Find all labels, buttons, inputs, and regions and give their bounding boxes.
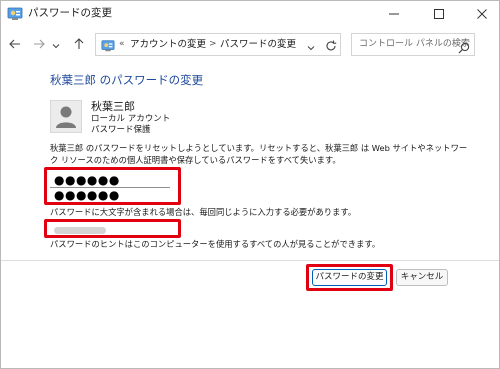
password-fields-highlight — [44, 167, 181, 205]
control-panel-icon — [101, 38, 115, 52]
password-protected-label: パスワード保護 — [91, 125, 151, 135]
chevron-down-icon — [307, 37, 315, 56]
control-panel-icon — [7, 6, 23, 22]
change-button-highlight — [306, 264, 393, 291]
maximize-icon — [434, 9, 444, 19]
breadcrumb-account-change[interactable]: アカウントの変更 — [130, 38, 206, 51]
address-overflow[interactable]: « — [119, 38, 125, 51]
back-button[interactable] — [5, 34, 25, 54]
forward-button[interactable] — [29, 34, 49, 54]
page-title: 秋葉三郎 のパスワードの変更 — [50, 73, 204, 87]
address-history-button[interactable] — [305, 41, 317, 51]
arrow-left-icon — [9, 35, 21, 54]
maximize-button[interactable] — [424, 1, 454, 27]
hint-visibility-note: パスワードのヒントはこのコンピューターを使用するすべての人が見ることができます。 — [50, 239, 381, 249]
breadcrumb-password-change[interactable]: パスワードの変更 — [220, 38, 296, 51]
arrow-up-icon — [73, 35, 85, 54]
reset-warning-text: 秋葉三郎 のパスワードをリセットしようとしています。リセットすると、秋葉三郎 は… — [50, 143, 468, 165]
up-button[interactable] — [69, 34, 89, 54]
refresh-icon — [325, 37, 337, 56]
search-placeholder: コントロール パネルの検索 — [359, 39, 470, 49]
arrow-right-icon — [33, 35, 45, 54]
refresh-button[interactable] — [323, 38, 339, 54]
account-type: ローカル アカウント — [91, 114, 171, 124]
window-title: パスワードの変更 — [28, 7, 112, 19]
search-icon — [458, 39, 470, 54]
cancel-button[interactable]: キャンセル — [396, 269, 448, 286]
close-button[interactable] — [467, 1, 497, 27]
hint-field-highlight — [44, 219, 181, 238]
divider — [1, 260, 499, 261]
navigation-bar: « アカウントの変更 > パスワードの変更 コントロール パネルの検索 — [1, 27, 499, 61]
recent-locations-button[interactable] — [49, 34, 63, 54]
minimize-icon — [389, 9, 399, 19]
user-avatar — [50, 100, 82, 133]
user-name: 秋葉三郎 — [91, 100, 135, 113]
user-icon — [56, 106, 76, 128]
title-bar: パスワードの変更 — [1, 1, 499, 27]
window: パスワードの変更 « アカウントの変更 > パスワードの変更 コントロール パネ… — [0, 0, 500, 369]
breadcrumb-separator[interactable]: > — [209, 38, 217, 51]
close-icon — [477, 9, 487, 19]
search-input[interactable]: コントロール パネルの検索 — [351, 33, 475, 56]
minimize-button[interactable] — [379, 1, 409, 27]
chevron-down-icon — [52, 35, 60, 54]
case-sensitivity-note: パスワードに大文字が含まれる場合は、毎回同じように入力する必要があります。 — [50, 207, 357, 217]
